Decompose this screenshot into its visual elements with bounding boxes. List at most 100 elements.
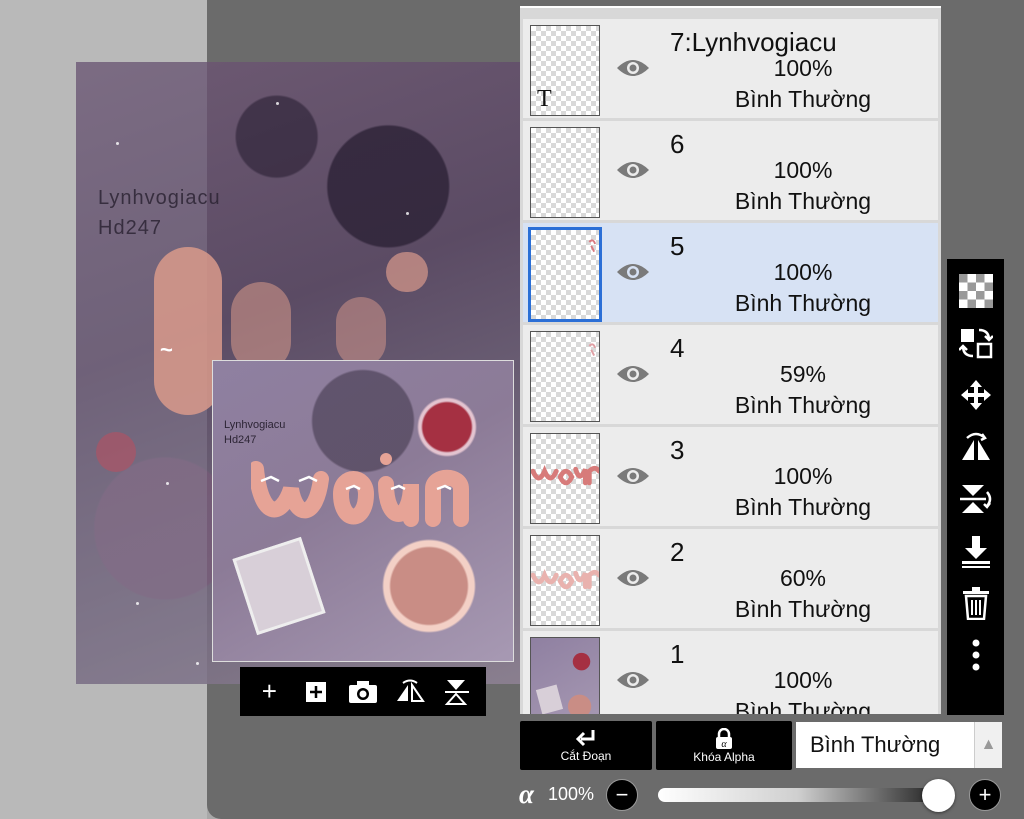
layer-row-2[interactable]: 2 60% Bình Thường — [523, 529, 938, 628]
layer-opacity: 100% — [773, 55, 833, 81]
sparkle — [166, 482, 169, 485]
layer-thumbnail — [530, 535, 600, 626]
layer-blend-mode: Bình Thường — [734, 290, 872, 316]
pink-dot-shape — [386, 252, 428, 292]
layer-row-1[interactable]: 1 100% Bình Thường — [523, 631, 938, 714]
preview-text-line1: Lynhvogiacu — [224, 419, 286, 431]
layer-opacity: 100% — [773, 157, 833, 183]
sparkle — [136, 602, 139, 605]
sparkle — [406, 212, 409, 215]
sparkle — [116, 142, 119, 145]
layer-row-3[interactable]: 3 100% Bình Thường — [523, 427, 938, 526]
alpha-symbol: α — [519, 779, 534, 809]
layer-thumbnail — [530, 127, 600, 218]
layer-opacity: 59% — [779, 361, 827, 387]
layer-opacity: 60% — [779, 565, 827, 591]
pink-letter-shape — [336, 297, 386, 367]
sparkle — [276, 102, 279, 105]
opacity-slider[interactable] — [658, 788, 938, 802]
layer-name: 3 — [670, 435, 685, 465]
merge-down-icon[interactable] — [954, 529, 998, 573]
preview-toolbar: + — [240, 667, 486, 716]
trash-icon[interactable] — [954, 581, 998, 625]
eye-icon[interactable] — [616, 566, 650, 590]
layer-name: 1 — [670, 639, 685, 669]
move-icon[interactable] — [954, 373, 998, 417]
eye-icon[interactable] — [616, 260, 650, 284]
eye-icon[interactable] — [616, 464, 650, 488]
layer-thumbnail-art — [531, 465, 599, 486]
flip-vertical-icon[interactable] — [439, 674, 475, 710]
layer-opacity: 100% — [773, 667, 833, 693]
red-dot-shape — [96, 432, 136, 472]
preview-watermark-text: Lynhvogiacu Hd247 — [224, 418, 285, 448]
clipping-button[interactable]: Cắt Đoạn — [520, 721, 652, 770]
eye-icon[interactable] — [616, 668, 650, 692]
polaroid-photo — [232, 536, 326, 636]
layer-row-5[interactable]: 5 100% Bình Thường — [523, 223, 938, 322]
layer-thumbnail: T — [530, 25, 600, 116]
plus-icon[interactable]: + — [251, 674, 287, 710]
layer-blend-mode: Bình Thường — [734, 188, 872, 214]
flip-vertical-icon[interactable] — [954, 477, 998, 521]
layer-name: 5 — [670, 231, 685, 261]
preview-thumbnail[interactable]: Lynhvogiacu Hd247 — [212, 360, 514, 662]
layer-transfer-icon[interactable] — [954, 321, 998, 365]
flip-horizontal-icon[interactable] — [392, 674, 428, 710]
preview-text-line2: Hd247 — [224, 434, 257, 446]
pink-letter-shape — [231, 282, 291, 372]
layer-opacity: 100% — [773, 259, 833, 285]
opacity-increase-button[interactable]: + — [969, 779, 1001, 811]
layer-opacity: 100% — [773, 463, 833, 489]
layer-row-7[interactable]: T 7:Lynhvogiacu 100% Bình Thường — [523, 19, 938, 118]
layer-name: 4 — [670, 333, 685, 363]
more-icon[interactable] — [954, 633, 998, 677]
layer-blend-mode: Bình Thường — [734, 698, 872, 714]
sparkle — [196, 662, 199, 665]
clipping-label: Cắt Đoạn — [560, 748, 612, 763]
layer-blend-mode: Bình Thường — [734, 494, 872, 520]
white-squiggle: ~ — [160, 337, 173, 362]
eye-icon[interactable] — [616, 158, 650, 182]
blend-mode-value: Bình Thường — [810, 732, 941, 757]
text-layer-glyph: T — [537, 86, 552, 112]
layer-blend-mode: Bình Thường — [734, 86, 872, 112]
alpha-lock-label: Khóa Alpha — [693, 749, 755, 764]
add-layer-icon[interactable] — [298, 674, 334, 710]
layer-thumbnail — [530, 433, 600, 524]
layer-thumbnail — [528, 227, 602, 322]
layer-thumbnail-art — [588, 239, 597, 253]
layer-row-4[interactable]: 4 59% Bình Thường — [523, 325, 938, 424]
alpha-lock-button[interactable]: α Khóa Alpha — [656, 721, 792, 770]
layer-blend-mode: Bình Thường — [734, 596, 872, 622]
transparency-icon[interactable] — [954, 269, 998, 313]
eye-icon[interactable] — [616, 56, 650, 80]
layer-thumbnail — [530, 637, 600, 714]
opacity-slider-knob[interactable] — [922, 779, 955, 812]
flip-horizontal-icon[interactable] — [954, 425, 998, 469]
alpha-value: 100% — [548, 784, 595, 804]
layers-panel: T 7:Lynhvogiacu 100% Bình Thường 6 100% … — [520, 6, 941, 714]
layer-thumbnail-art — [531, 568, 599, 590]
layer-name: 2 — [670, 537, 685, 567]
chevron-up-icon[interactable]: ▲ — [974, 722, 1002, 768]
layer-name: 6 — [670, 129, 685, 159]
svg-text:α: α — [721, 739, 727, 750]
layer-thumbnail — [530, 331, 600, 422]
blend-mode-select[interactable]: Bình Thường — [796, 722, 974, 768]
layer-thumbnail-art — [535, 652, 592, 714]
canvas-text-line1: Lynhvogiacu — [98, 187, 221, 209]
layer-name: 7:Lynhvogiacu — [670, 27, 837, 57]
camera-icon[interactable] — [345, 674, 381, 710]
pink-script-word — [251, 453, 469, 527]
eye-icon[interactable] — [616, 362, 650, 386]
lock-icon: α — [716, 727, 732, 750]
layer-tool-strip — [947, 259, 1004, 715]
clip-arrow-icon — [575, 729, 595, 746]
opacity-decrease-button[interactable]: − — [606, 779, 638, 811]
canvas-watermark-text: Lynhvogiacu Hd247 — [98, 183, 221, 243]
canvas-text-line2: Hd247 — [98, 217, 162, 239]
layer-row-6[interactable]: 6 100% Bình Thường — [523, 121, 938, 220]
layer-thumbnail-art — [588, 343, 597, 357]
layer-blend-mode: Bình Thường — [734, 392, 872, 418]
